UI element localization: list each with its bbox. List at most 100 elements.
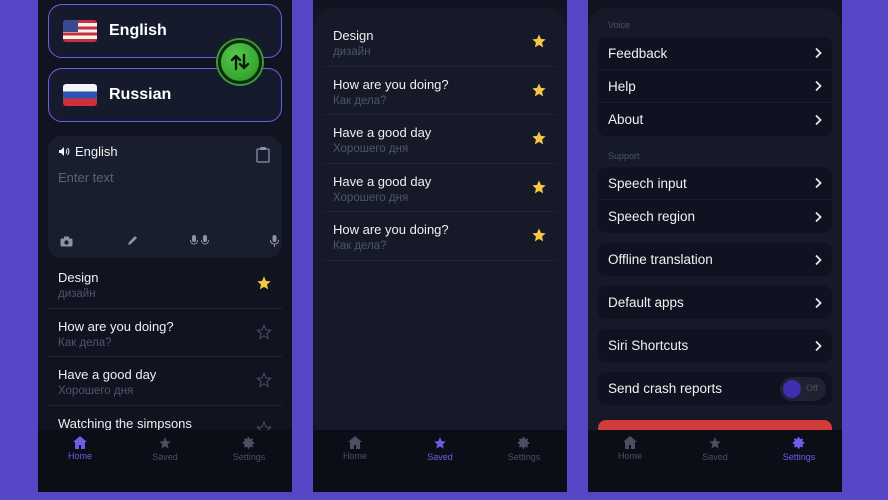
home-icon bbox=[623, 436, 637, 449]
gear-icon bbox=[242, 437, 255, 449]
tab-settings[interactable]: Settings bbox=[214, 436, 284, 462]
star-filled-icon[interactable] bbox=[531, 130, 547, 151]
phrase-russian: Как дела? bbox=[58, 336, 112, 349]
settings-item-speech-region[interactable]: Speech region bbox=[598, 200, 832, 233]
recent-translations-list: Design дизайн How are you doing? Как дел… bbox=[48, 260, 282, 454]
star-outline-icon[interactable] bbox=[256, 323, 272, 345]
settings-item-label: Help bbox=[608, 78, 636, 94]
crash-reports-toggle[interactable]: Off bbox=[780, 377, 826, 401]
swap-arrows-icon bbox=[230, 53, 250, 71]
list-item[interactable]: Have a good day Хорошего дня bbox=[323, 115, 557, 164]
star-filled-icon[interactable] bbox=[531, 33, 547, 54]
home-screen: English Russian English Enter text Desig… bbox=[38, 0, 292, 492]
settings-item-siri-shortcuts[interactable]: Siri Shortcuts bbox=[598, 329, 832, 362]
russia-flag-icon bbox=[63, 84, 97, 106]
tab-home[interactable]: Home bbox=[595, 436, 665, 461]
star-filled-icon[interactable] bbox=[256, 275, 272, 296]
siri-group: Siri Shortcuts bbox=[598, 329, 832, 362]
tab-home[interactable]: Home bbox=[320, 436, 390, 461]
tab-home[interactable]: Home bbox=[45, 436, 115, 461]
star-filled-icon[interactable] bbox=[531, 179, 547, 200]
clipboard-icon[interactable] bbox=[256, 146, 270, 168]
star-filled-icon[interactable] bbox=[531, 82, 547, 103]
tab-settings-label: Settings bbox=[232, 452, 266, 462]
settings-item-label: About bbox=[608, 112, 644, 127]
chevron-right-icon bbox=[815, 80, 822, 92]
chevron-right-icon bbox=[815, 254, 822, 265]
settings-item-label: Feedback bbox=[608, 45, 668, 61]
star-icon bbox=[159, 437, 171, 449]
settings-item-feedback[interactable]: Feedback bbox=[598, 37, 832, 70]
settings-item-help[interactable]: Help bbox=[598, 70, 832, 103]
chevron-right-icon bbox=[815, 211, 822, 222]
chevron-right-icon bbox=[815, 114, 822, 125]
settings-item-about[interactable]: About bbox=[598, 103, 832, 136]
tab-settings-label: Settings bbox=[507, 452, 541, 462]
microphone-icon[interactable] bbox=[270, 234, 279, 252]
tab-settings[interactable]: Settings bbox=[489, 436, 559, 462]
settings-item-default-apps[interactable]: Default apps bbox=[598, 286, 832, 319]
crash-reports-group: Send crash reports Off bbox=[598, 372, 832, 405]
chevron-right-icon bbox=[815, 47, 822, 59]
phrase-russian: Как дела? bbox=[333, 240, 387, 252]
settings-item-send-crash-reports: Send crash reports Off bbox=[598, 372, 832, 405]
phrase-english: How are you doing? bbox=[333, 222, 449, 237]
list-item[interactable]: Design дизайн bbox=[323, 18, 557, 67]
settings-item-label: Speech input bbox=[608, 175, 687, 191]
speaker-icon bbox=[59, 147, 70, 156]
tab-saved-label: Saved bbox=[152, 452, 178, 462]
list-item[interactable]: How are you doing? Как дела? bbox=[323, 67, 557, 115]
section-support-header: Support bbox=[608, 151, 640, 161]
phrase-english: How are you doing? bbox=[333, 76, 449, 92]
swap-languages-button[interactable] bbox=[218, 40, 262, 84]
tab-saved[interactable]: Saved bbox=[405, 436, 475, 462]
settings-item-label: Offline translation bbox=[608, 252, 713, 267]
phrase-english: Watching the simpsons bbox=[58, 415, 192, 431]
list-item[interactable]: Have a good day Хорошего дня bbox=[323, 164, 557, 212]
tab-saved-label: Saved bbox=[427, 452, 453, 462]
input-language-label: English bbox=[75, 144, 118, 159]
settings-item-offline-translation[interactable]: Offline translation bbox=[598, 243, 832, 276]
chevron-right-icon bbox=[815, 177, 822, 189]
tab-home-label: Home bbox=[67, 451, 92, 461]
settings-item-label: Speech region bbox=[608, 209, 696, 224]
phrase-english: Have a good day bbox=[58, 367, 157, 382]
star-icon bbox=[709, 437, 721, 449]
list-item[interactable]: Have a good day Хорошего дня bbox=[48, 357, 282, 406]
tab-saved[interactable]: Saved bbox=[130, 436, 200, 462]
tab-settings[interactable]: Settings bbox=[764, 436, 834, 462]
camera-icon[interactable] bbox=[60, 234, 73, 252]
tab-home-label: Home bbox=[617, 451, 642, 461]
star-filled-icon[interactable] bbox=[531, 227, 547, 248]
toggle-state-label: Off bbox=[806, 383, 818, 393]
list-item[interactable]: How are you doing? Как дела? bbox=[48, 309, 282, 357]
phrase-english: Have a good day bbox=[333, 125, 432, 140]
phrase-russian: Хорошего дня bbox=[333, 191, 409, 204]
list-item[interactable]: How are you doing? Как дела? bbox=[323, 212, 557, 261]
star-outline-icon[interactable] bbox=[256, 372, 272, 393]
phrase-russian: Как дела? bbox=[333, 94, 387, 107]
text-input[interactable]: Enter text bbox=[58, 170, 114, 185]
voice-group: Feedback Help About bbox=[598, 37, 832, 136]
settings-item-label: Siri Shortcuts bbox=[608, 338, 689, 353]
tab-bar: Home Saved Settings bbox=[313, 430, 567, 492]
input-toolbar bbox=[48, 234, 282, 250]
conversation-icon[interactable] bbox=[190, 234, 210, 252]
settings-item-speech-input[interactable]: Speech input bbox=[598, 167, 832, 200]
input-language-header[interactable]: English bbox=[58, 144, 118, 159]
phrase-english: Design bbox=[58, 270, 99, 285]
settings-item-label: Default apps bbox=[608, 295, 684, 310]
settings-item-label: Send crash reports bbox=[608, 381, 723, 396]
phrase-russian: дизайн bbox=[58, 288, 96, 300]
tab-saved-label: Saved bbox=[702, 452, 728, 462]
offline-group: Offline translation bbox=[598, 243, 832, 276]
source-language-label: English bbox=[109, 22, 167, 39]
saved-screen: Design дизайн How are you doing? Как дел… bbox=[313, 0, 567, 492]
phrase-russian: Хорошего дня bbox=[333, 143, 409, 155]
handwriting-icon[interactable] bbox=[126, 234, 138, 252]
phrase-russian: Хорошего дня bbox=[58, 385, 134, 397]
tab-saved[interactable]: Saved bbox=[680, 436, 750, 462]
list-item[interactable]: Design дизайн bbox=[48, 260, 282, 309]
saved-list: Design дизайн How are you doing? Как дел… bbox=[323, 18, 557, 261]
settings-screen: Voice Feedback Help About Support Speech… bbox=[588, 0, 842, 492]
